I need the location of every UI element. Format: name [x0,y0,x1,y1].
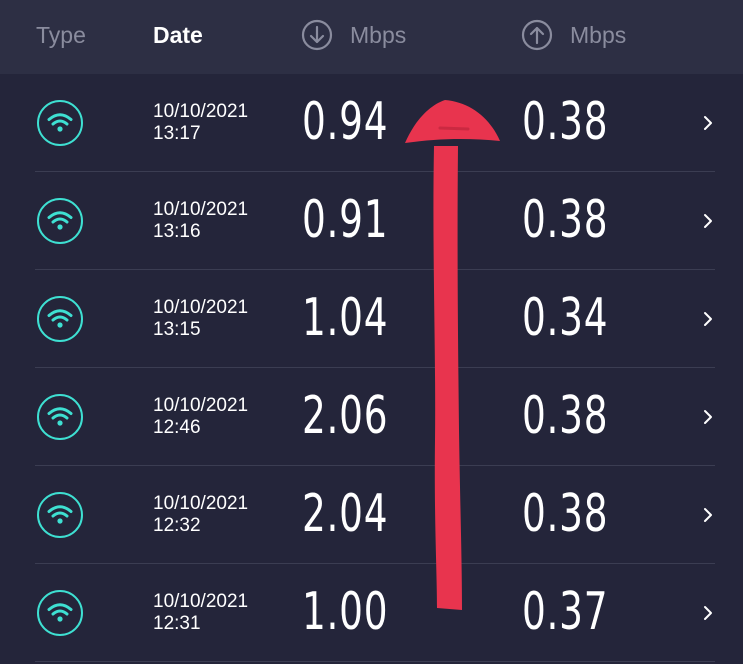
row-download-speed: 0.94 [302,92,389,152]
row-upload-speed: 0.38 [522,484,609,544]
wifi-icon [37,590,83,636]
table-row[interactable]: 10/10/2021 13:15 1.04 0.34 [0,270,743,368]
row-upload-speed: 0.38 [522,190,609,250]
row-date: 10/10/2021 [153,591,249,612]
results-list: 10/10/2021 13:17 0.94 0.38 10/10/2021 13… [0,74,743,662]
results-history-screen: Type Date Mbps Mbps 10/10/2021 13:17 0.9… [0,0,743,664]
header-date-label[interactable]: Date [153,22,203,48]
arrow-down-circle-icon[interactable] [301,19,333,51]
chevron-right-icon[interactable] [702,406,714,428]
header-type-label[interactable]: Type [36,22,86,48]
wifi-icon [37,100,83,146]
chevron-right-icon[interactable] [702,210,714,232]
row-date: 10/10/2021 [153,395,249,416]
row-download-speed: 2.06 [302,386,389,446]
row-time: 12:32 [153,515,201,536]
row-download-speed: 1.00 [302,582,389,642]
header-download-label[interactable]: Mbps [350,22,406,48]
row-download-speed: 1.04 [302,288,389,348]
row-time: 12:31 [153,613,201,634]
chevron-right-icon[interactable] [702,308,714,330]
row-time: 13:16 [153,221,201,242]
table-row[interactable]: 10/10/2021 13:17 0.94 0.38 [0,74,743,172]
row-time: 12:46 [153,417,201,438]
row-download-speed: 2.04 [302,484,389,544]
row-upload-speed: 0.38 [522,386,609,446]
table-header: Type Date Mbps Mbps [0,0,743,74]
wifi-icon [37,492,83,538]
chevron-right-icon[interactable] [702,112,714,134]
row-upload-speed: 0.34 [522,288,609,348]
row-date: 10/10/2021 [153,297,249,318]
row-upload-speed: 0.37 [522,582,609,642]
wifi-icon [37,394,83,440]
wifi-icon [37,296,83,342]
table-row[interactable]: 10/10/2021 12:32 2.04 0.38 [0,466,743,564]
row-time: 13:17 [153,123,201,144]
row-upload-speed: 0.38 [522,92,609,152]
table-row[interactable]: 10/10/2021 12:31 1.00 0.37 [0,564,743,662]
header-upload-label[interactable]: Mbps [570,22,626,48]
chevron-right-icon[interactable] [702,602,714,624]
arrow-up-circle-icon[interactable] [521,19,553,51]
row-date: 10/10/2021 [153,493,249,514]
row-date: 10/10/2021 [153,199,249,220]
row-date: 10/10/2021 [153,101,249,122]
row-time: 13:15 [153,319,201,340]
wifi-icon [37,198,83,244]
table-row[interactable]: 10/10/2021 12:46 2.06 0.38 [0,368,743,466]
chevron-right-icon[interactable] [702,504,714,526]
row-divider [35,661,715,662]
row-download-speed: 0.91 [302,190,389,250]
table-row[interactable]: 10/10/2021 13:16 0.91 0.38 [0,172,743,270]
